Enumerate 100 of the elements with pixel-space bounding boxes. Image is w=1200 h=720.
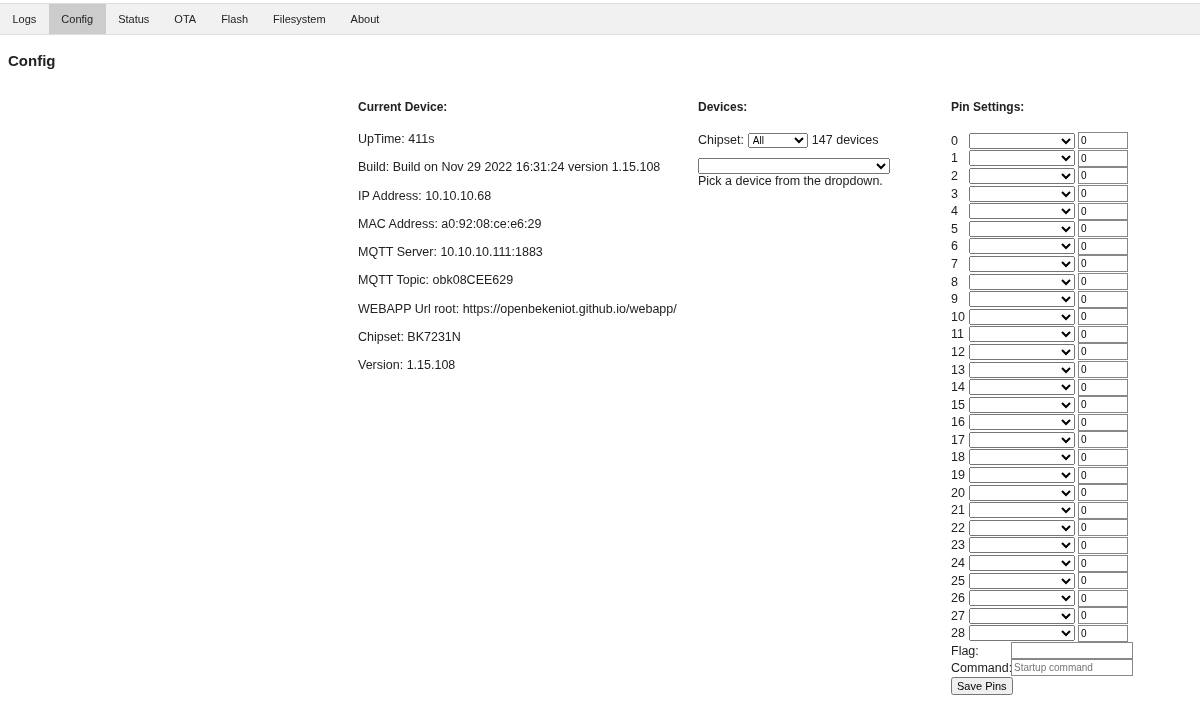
tab[interactable]: OTA xyxy=(161,4,209,34)
pin-channel-field[interactable]: 0 xyxy=(1078,607,1128,625)
pin-role-dropdown[interactable] xyxy=(969,343,1075,360)
pin-role-dropdown[interactable] xyxy=(969,555,1075,572)
command-field[interactable]: Startup command xyxy=(1011,659,1133,677)
pin-role-dropdown[interactable] xyxy=(969,396,1075,413)
info-line: IP Address: 10.10.10.68 xyxy=(358,188,493,205)
pin-channel-field[interactable]: 0 xyxy=(1078,413,1128,431)
pin-channel-field[interactable]: 0 xyxy=(1078,149,1128,167)
pin-number: 16 xyxy=(951,415,966,430)
pin-number: 1 xyxy=(951,151,959,166)
pin-number: 26 xyxy=(951,591,966,606)
info-line: Chipset: BK7231N xyxy=(358,330,462,347)
flag-field[interactable] xyxy=(1011,642,1133,660)
pin-channel-field[interactable]: 0 xyxy=(1078,237,1128,255)
pin-role-dropdown[interactable] xyxy=(969,220,1075,237)
pin-role-dropdown[interactable] xyxy=(969,132,1075,149)
pin-number: 15 xyxy=(951,397,966,412)
section-heading: Current Device: xyxy=(358,100,449,114)
pin-channel-field[interactable]: 0 xyxy=(1078,624,1128,642)
pin-role-dropdown[interactable] xyxy=(969,607,1075,624)
info-line: MAC Address: a0:92:08:ce:e6:29 xyxy=(358,216,543,233)
chipset-label: Chipset: xyxy=(698,133,744,147)
pin-role-dropdown[interactable] xyxy=(969,379,1075,396)
pin-channel-field[interactable]: 0 xyxy=(1078,554,1128,572)
pin-number: 8 xyxy=(951,274,959,289)
command-label: Command: xyxy=(951,660,1011,675)
pin-role-dropdown[interactable] xyxy=(969,150,1075,167)
pin-channel-field[interactable]: 0 xyxy=(1078,132,1128,150)
pin-channel-field[interactable]: 0 xyxy=(1078,396,1128,414)
pin-role-dropdown[interactable] xyxy=(969,255,1075,272)
pin-role-dropdown[interactable] xyxy=(969,502,1075,519)
pin-role-dropdown[interactable] xyxy=(969,308,1075,325)
info-line: Version: 1.15.108 xyxy=(358,358,457,375)
info-line: MQTT Topic: obk08CEE629 xyxy=(358,273,515,290)
pin-role-dropdown[interactable] xyxy=(969,361,1075,378)
pin-channel-field[interactable]: 0 xyxy=(1078,343,1128,361)
pin-channel-field[interactable]: 0 xyxy=(1078,220,1128,238)
pin-channel-field[interactable]: 0 xyxy=(1078,572,1128,590)
pin-number: 13 xyxy=(951,362,966,377)
info-line: UpTime: 411s xyxy=(358,132,436,148)
pin-channel-field[interactable]: 0 xyxy=(1078,290,1128,308)
pin-channel-field[interactable]: 0 xyxy=(1078,519,1128,537)
pin-number: 14 xyxy=(951,380,966,395)
pin-role-dropdown[interactable] xyxy=(969,238,1075,255)
pin-channel-field[interactable]: 0 xyxy=(1078,378,1128,396)
pin-role-dropdown[interactable] xyxy=(969,625,1075,642)
pin-role-dropdown[interactable] xyxy=(969,326,1075,343)
tab[interactable]: Flash xyxy=(208,4,261,34)
pin-number: 27 xyxy=(951,608,966,623)
pin-channel-field[interactable]: 0 xyxy=(1078,484,1128,502)
pin-channel-field[interactable]: 0 xyxy=(1078,589,1128,607)
pin-number: 22 xyxy=(951,520,966,535)
pin-channel-field[interactable]: 0 xyxy=(1078,466,1128,484)
pin-number: 28 xyxy=(951,626,966,641)
pin-channel-field[interactable]: 0 xyxy=(1078,431,1128,449)
pin-role-dropdown[interactable] xyxy=(969,291,1075,308)
pin-number: 4 xyxy=(951,204,959,219)
pin-channel-field[interactable]: 0 xyxy=(1078,536,1128,554)
pin-number: 17 xyxy=(951,432,966,447)
pin-role-dropdown[interactable] xyxy=(969,519,1075,536)
pin-number: 19 xyxy=(951,468,966,483)
info-line: Build: Build on Nov 29 2022 16:31:24 version 1.15.108 xyxy=(358,160,662,177)
pin-number: 24 xyxy=(951,556,966,571)
section-heading: Devices: xyxy=(698,100,749,114)
page-title: Config xyxy=(8,52,57,69)
pin-role-dropdown[interactable] xyxy=(969,431,1075,448)
pin-channel-field[interactable]: 0 xyxy=(1078,167,1128,185)
pin-channel-field[interactable]: 0 xyxy=(1078,308,1128,326)
tab[interactable]: Logs xyxy=(0,4,49,34)
pin-role-dropdown[interactable] xyxy=(969,467,1075,484)
pin-channel-field[interactable]: 0 xyxy=(1078,273,1128,291)
pin-number: 9 xyxy=(951,292,959,307)
pin-channel-field[interactable]: 0 xyxy=(1078,325,1128,343)
pin-channel-field[interactable]: 0 xyxy=(1078,202,1128,220)
pin-role-dropdown[interactable] xyxy=(969,185,1075,202)
pin-role-dropdown[interactable] xyxy=(969,572,1075,589)
pin-role-dropdown[interactable] xyxy=(969,168,1075,184)
pin-channel-field[interactable]: 0 xyxy=(1078,449,1128,466)
pin-channel-field[interactable]: 0 xyxy=(1078,255,1128,273)
tab[interactable]: Config xyxy=(48,4,106,34)
pin-channel-field[interactable]: 0 xyxy=(1078,185,1128,203)
save-pins-button[interactable]: Save Pins xyxy=(951,677,1013,696)
pin-role-dropdown[interactable] xyxy=(969,484,1075,501)
info-line: MQTT Server: 10.10.10.111:1883 xyxy=(358,245,544,262)
pin-number: 2 xyxy=(951,169,959,183)
device-dropdown[interactable] xyxy=(698,158,890,174)
pin-role-dropdown[interactable] xyxy=(969,414,1075,431)
pin-role-dropdown[interactable] xyxy=(969,537,1075,554)
tab[interactable]: Filesystem xyxy=(260,4,339,34)
pin-role-dropdown[interactable] xyxy=(969,203,1075,220)
pin-role-dropdown[interactable] xyxy=(969,590,1075,607)
pin-role-dropdown[interactable] xyxy=(969,273,1075,290)
pin-channel-field[interactable]: 0 xyxy=(1078,361,1128,378)
pin-number: 20 xyxy=(951,485,966,500)
tab[interactable]: About xyxy=(338,4,392,34)
pin-role-dropdown[interactable] xyxy=(969,449,1075,466)
tab[interactable]: Status xyxy=(105,4,162,34)
chipset-dropdown[interactable]: All xyxy=(747,132,808,148)
pin-channel-field[interactable]: 0 xyxy=(1078,501,1128,519)
